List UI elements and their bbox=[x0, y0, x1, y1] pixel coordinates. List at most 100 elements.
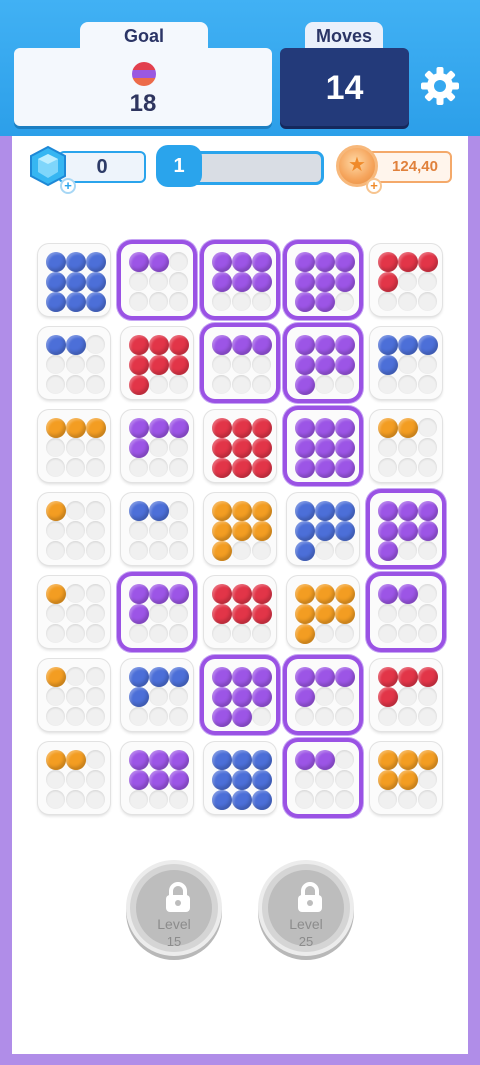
orange-ball bbox=[251, 500, 272, 521]
orange-ball bbox=[334, 583, 355, 604]
empty-hole bbox=[86, 790, 105, 809]
ball-tile[interactable] bbox=[38, 327, 110, 399]
ball-tile[interactable] bbox=[38, 493, 110, 565]
ball-tile[interactable] bbox=[204, 493, 276, 565]
orange-ball bbox=[251, 520, 272, 541]
empty-hole bbox=[66, 604, 85, 623]
orange-ball bbox=[417, 749, 438, 770]
empty-hole bbox=[418, 790, 437, 809]
empty-hole bbox=[378, 707, 397, 726]
blue-ball bbox=[168, 666, 189, 687]
add-coins-button[interactable]: + bbox=[366, 178, 382, 194]
purple-ball bbox=[314, 666, 335, 687]
empty-hole bbox=[418, 292, 437, 311]
empty-hole bbox=[398, 604, 417, 623]
empty-hole bbox=[252, 624, 271, 643]
ball-tile[interactable] bbox=[370, 576, 442, 648]
ball-tile[interactable] bbox=[370, 327, 442, 399]
purple-ball bbox=[128, 417, 149, 438]
ball-tile[interactable] bbox=[121, 659, 193, 731]
ball-tile[interactable] bbox=[287, 659, 359, 731]
ball-tile[interactable] bbox=[370, 244, 442, 316]
ball-tile[interactable] bbox=[370, 410, 442, 482]
ball-tile[interactable] bbox=[204, 576, 276, 648]
empty-hole bbox=[169, 790, 188, 809]
ball-tile[interactable] bbox=[287, 742, 359, 814]
empty-hole bbox=[232, 541, 251, 560]
ball-tile[interactable] bbox=[204, 410, 276, 482]
ball-tile[interactable] bbox=[370, 493, 442, 565]
blue-ball bbox=[417, 334, 438, 355]
empty-hole bbox=[418, 541, 437, 560]
ball-tile[interactable] bbox=[121, 493, 193, 565]
purple-ball bbox=[168, 583, 189, 604]
ball-tile[interactable] bbox=[38, 244, 110, 316]
empty-hole bbox=[149, 375, 168, 394]
orange-ball bbox=[231, 520, 252, 541]
ball-tile[interactable] bbox=[121, 327, 193, 399]
empty-hole bbox=[66, 458, 85, 477]
empty-hole bbox=[418, 707, 437, 726]
empty-hole bbox=[212, 292, 231, 311]
ball-tile[interactable] bbox=[38, 410, 110, 482]
ball-tile[interactable] bbox=[287, 327, 359, 399]
ball-tile[interactable] bbox=[287, 576, 359, 648]
empty-hole bbox=[149, 624, 168, 643]
blue-ball bbox=[128, 686, 149, 707]
purple-ball bbox=[314, 354, 335, 375]
blue-ball bbox=[65, 251, 86, 272]
ball-tile[interactable] bbox=[204, 659, 276, 731]
purple-ball bbox=[128, 437, 149, 458]
ball-tile[interactable] bbox=[287, 244, 359, 316]
blue-ball bbox=[314, 500, 335, 521]
ball-tile[interactable] bbox=[370, 659, 442, 731]
orange-ball bbox=[397, 769, 418, 790]
purple-ball bbox=[251, 666, 272, 687]
empty-hole bbox=[418, 355, 437, 374]
ball-tile[interactable] bbox=[38, 576, 110, 648]
purple-ball bbox=[314, 417, 335, 438]
ball-tile[interactable] bbox=[204, 244, 276, 316]
empty-hole bbox=[66, 687, 85, 706]
red-ball bbox=[417, 666, 438, 687]
blue-ball bbox=[314, 520, 335, 541]
red-ball bbox=[211, 417, 232, 438]
empty-hole bbox=[66, 667, 85, 686]
empty-hole bbox=[232, 375, 251, 394]
ball-tile[interactable] bbox=[287, 493, 359, 565]
red-ball bbox=[211, 457, 232, 478]
ball-tile[interactable] bbox=[38, 742, 110, 814]
ball-tile[interactable] bbox=[121, 742, 193, 814]
purple-ball bbox=[334, 271, 355, 292]
empty-hole bbox=[252, 292, 271, 311]
orange-ball bbox=[377, 417, 398, 438]
ball-tile[interactable] bbox=[121, 244, 193, 316]
ball-tile[interactable] bbox=[204, 742, 276, 814]
purple-ball bbox=[148, 769, 169, 790]
blue-ball bbox=[231, 789, 252, 810]
purple-ball bbox=[417, 520, 438, 541]
red-ball bbox=[251, 603, 272, 624]
purple-ball bbox=[314, 251, 335, 272]
blue-ball bbox=[334, 520, 355, 541]
empty-hole bbox=[252, 355, 271, 374]
purple-ball bbox=[211, 686, 232, 707]
ball-tile[interactable] bbox=[204, 327, 276, 399]
ball-tile[interactable] bbox=[121, 576, 193, 648]
locked-slot-level-25[interactable]: Level 25 bbox=[258, 860, 354, 956]
purple-ball bbox=[314, 457, 335, 478]
empty-hole bbox=[129, 790, 148, 809]
empty-hole bbox=[66, 355, 85, 374]
add-gems-button[interactable]: + bbox=[60, 178, 76, 194]
ball-tile[interactable] bbox=[38, 659, 110, 731]
empty-hole bbox=[86, 501, 105, 520]
ball-tile[interactable] bbox=[121, 410, 193, 482]
blue-ball bbox=[294, 540, 315, 561]
ball-tile[interactable] bbox=[287, 410, 359, 482]
empty-hole bbox=[149, 707, 168, 726]
locked-slot-level-15[interactable]: Level 15 bbox=[126, 860, 222, 956]
blue-ball bbox=[231, 749, 252, 770]
purple-ball bbox=[334, 437, 355, 458]
gear-icon[interactable] bbox=[418, 64, 462, 108]
ball-tile[interactable] bbox=[370, 742, 442, 814]
